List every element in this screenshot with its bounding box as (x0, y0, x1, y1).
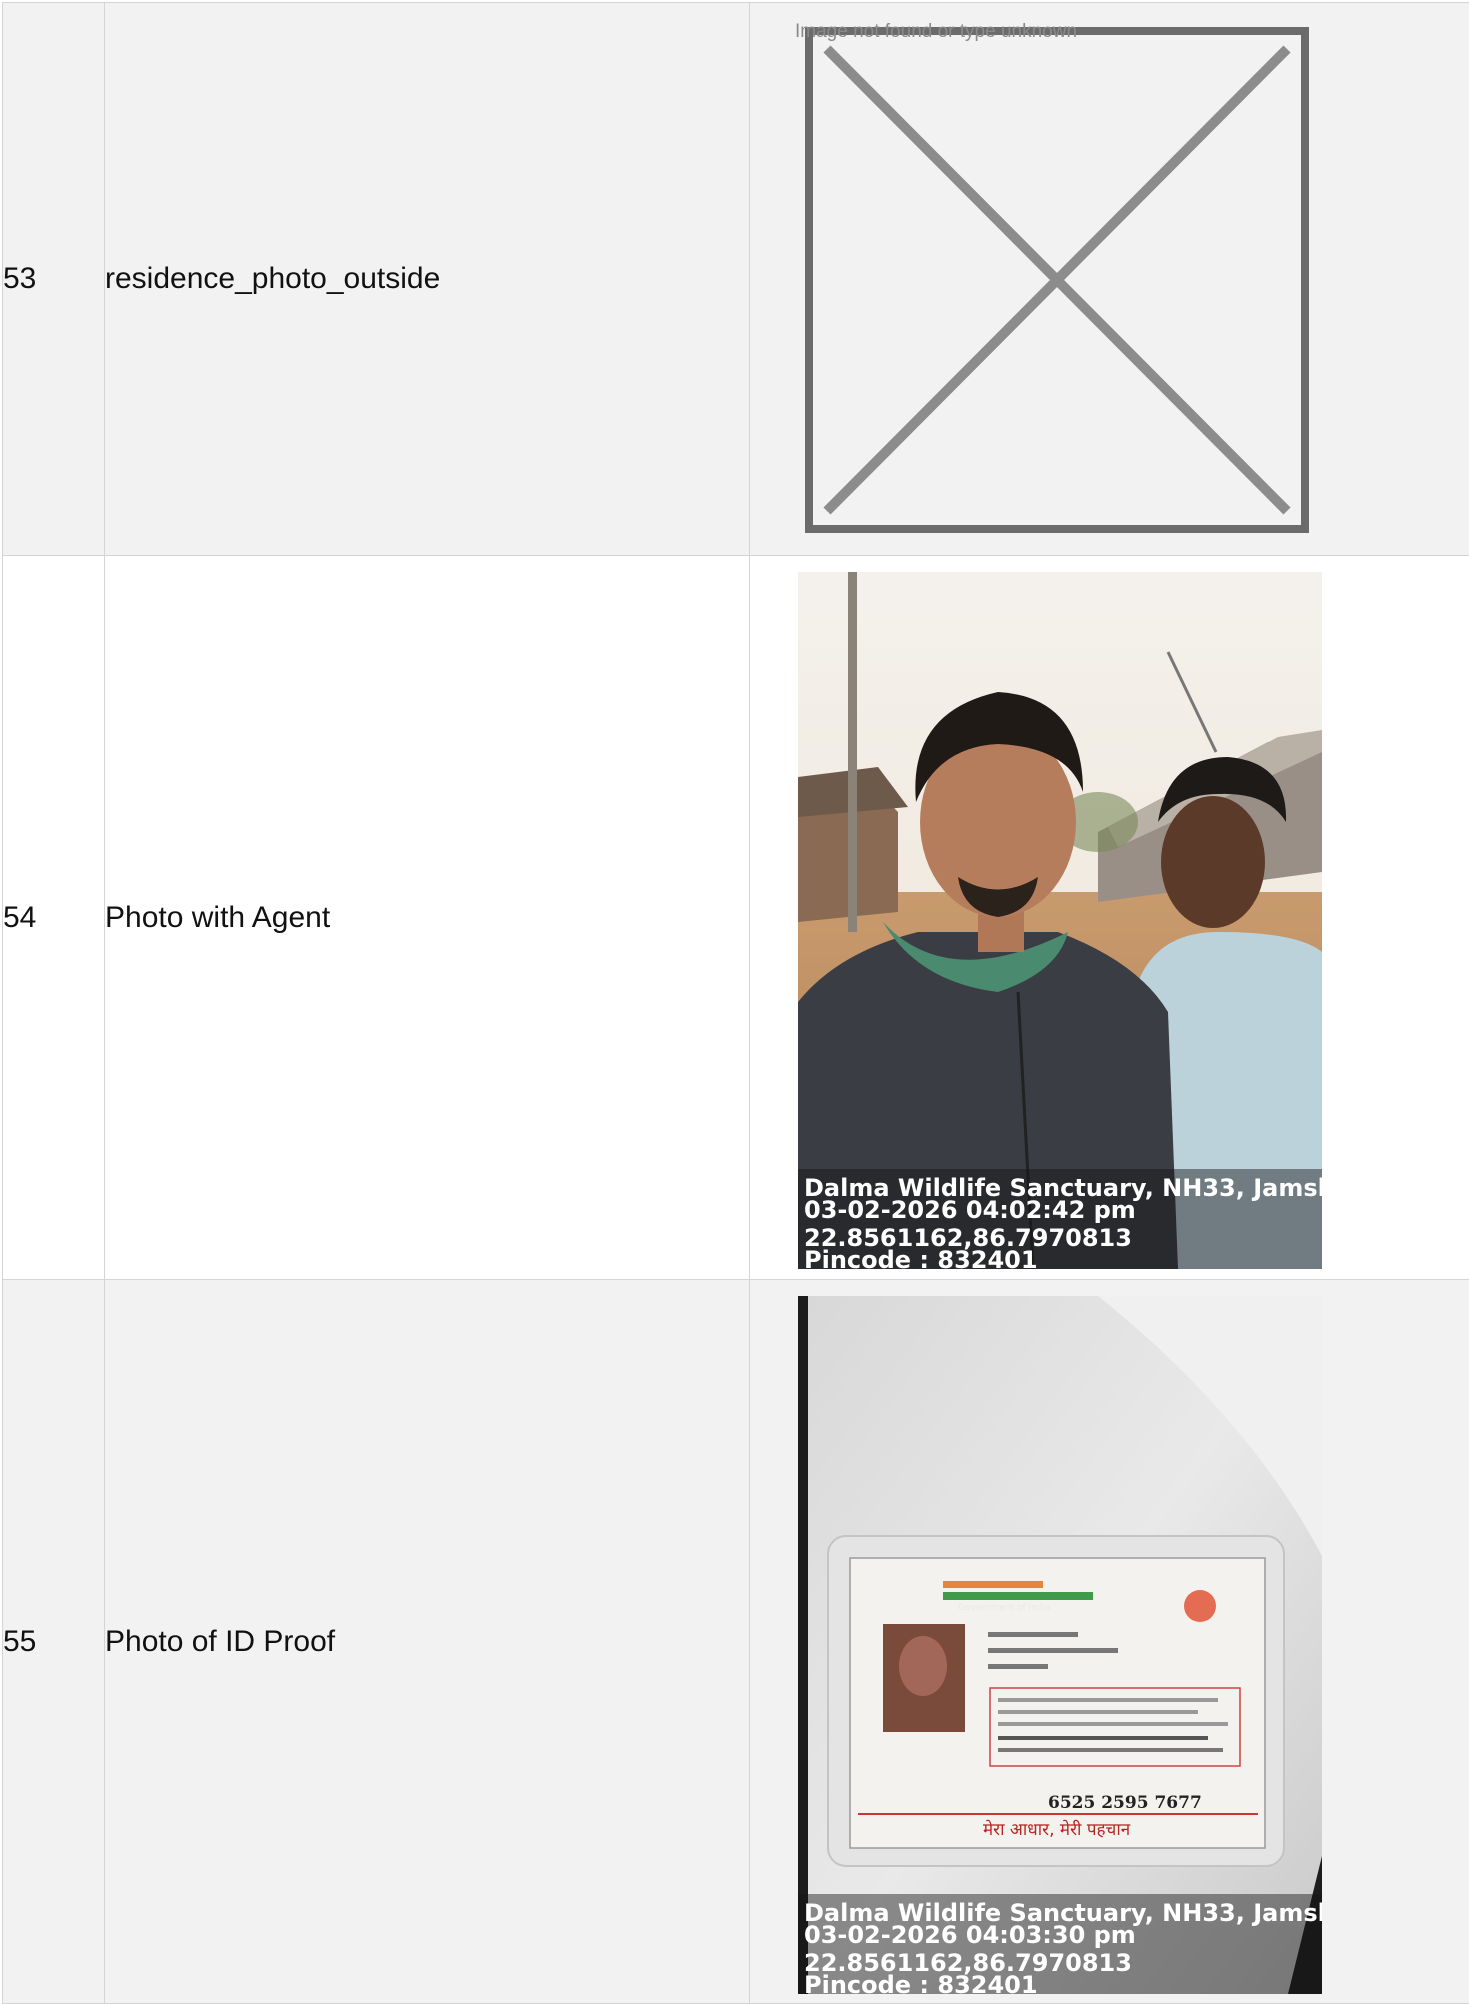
id-proof-photo: 6525 2595 7677 मेरा आधार, मेरी पहचान Gov… (798, 1296, 1322, 1994)
selfie-image (798, 572, 1322, 1269)
stamp-pincode: Pincode : 832401 (804, 1971, 1038, 1994)
broken-image-icon (805, 27, 1309, 533)
field-label: Photo of ID Proof (104, 1279, 750, 2004)
row-number: 55 (2, 1279, 105, 2004)
field-label: Photo with Agent (104, 555, 750, 1280)
stamp-datetime: 03-02-2026 04:03:30 pm (804, 1921, 1136, 1949)
stamp-pincode: Pincode : 832401 (804, 1246, 1038, 1269)
image-cell: Dalma Wildlife Sanctuary, NH33, Jamshe 0… (749, 555, 1469, 1280)
card-tagline: मेरा आधार, मेरी पहचान (983, 1819, 1131, 1840)
agent-photo: Dalma Wildlife Sanctuary, NH33, Jamshe 0… (798, 572, 1322, 1269)
stamp-datetime: 03-02-2026 04:02:42 pm (804, 1196, 1136, 1224)
row-number: 53 (2, 2, 105, 556)
image-cell: Image not found or type unknown (749, 2, 1469, 556)
table-row: 54 Photo with Agent Dalma Wildlife Sanct… (2, 555, 1469, 1280)
id-card-image: 6525 2595 7677 मेरा आधार, मेरी पहचान Gov… (798, 1296, 1322, 1994)
geotag-stamp: Dalma Wildlife Sanctuary, NH33, Jamshe 0… (798, 1894, 1322, 1994)
image-cell: 6525 2595 7677 मेरा आधार, मेरी पहचान Gov… (749, 1279, 1469, 2004)
broken-image-text: Image not found or type unknown (795, 21, 1078, 42)
table-row: 53 residence_photo_outside Image not fou… (2, 2, 1469, 556)
card-number: 6525 2595 7677 (1048, 1793, 1202, 1813)
row-number: 54 (2, 555, 105, 1280)
table-row: 55 Photo of ID Proof 6525 2595 7677 मेरा… (2, 1279, 1469, 2004)
report-table: 53 residence_photo_outside Image not fou… (2, 2, 1469, 2004)
field-label: residence_photo_outside (104, 2, 750, 556)
broken-image: Image not found or type unknown (795, 21, 1309, 533)
card-header: Government of India (958, 1603, 1051, 1613)
geotag-stamp: Dalma Wildlife Sanctuary, NH33, Jamshe 0… (798, 1169, 1322, 1269)
